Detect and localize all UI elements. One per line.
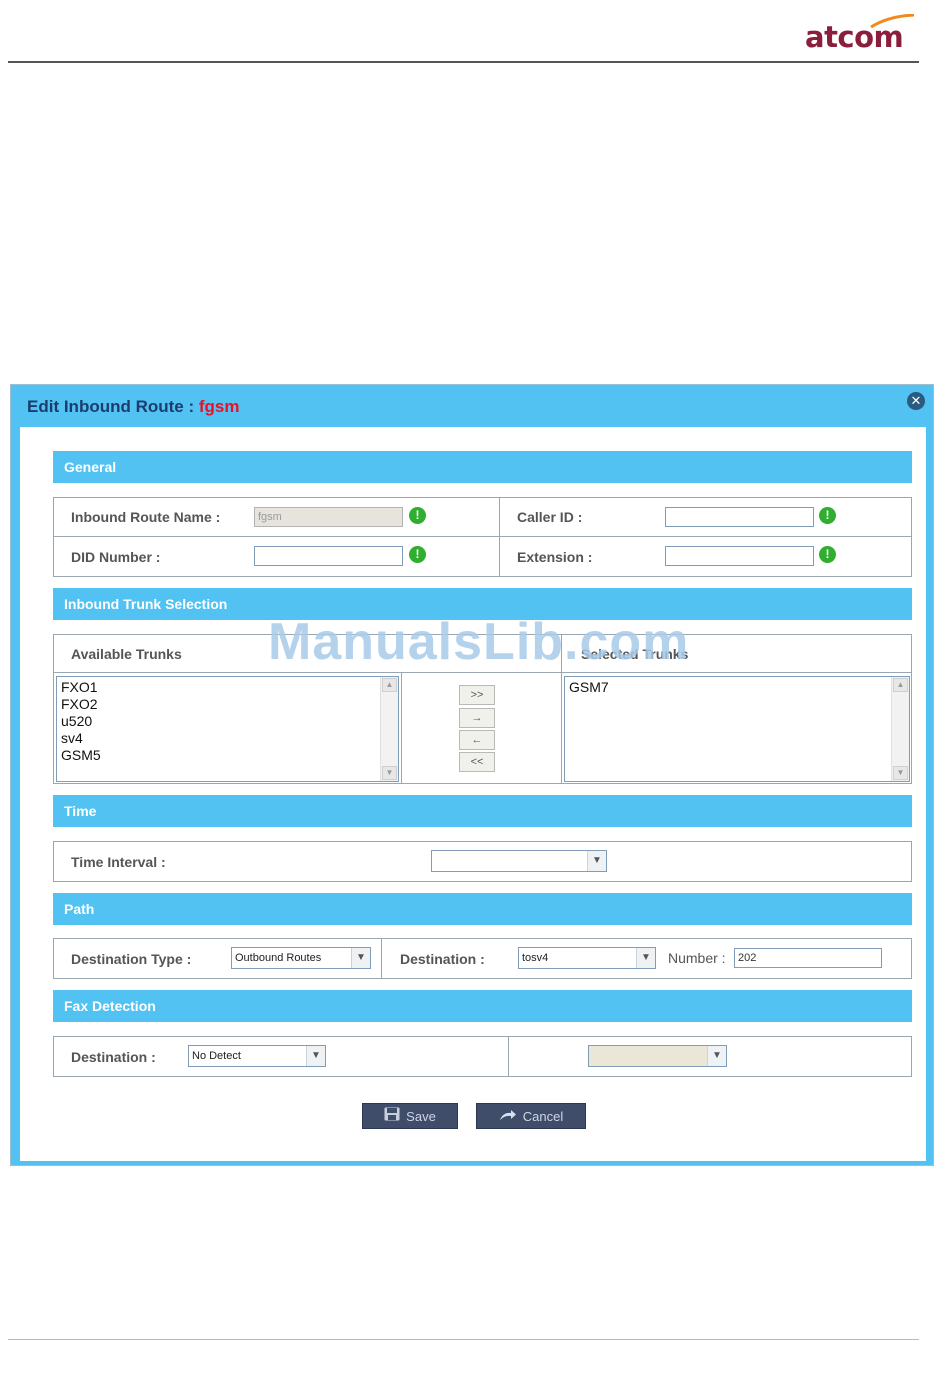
caller-id-required-icon: ! <box>819 507 836 524</box>
close-icon[interactable]: ✕ <box>907 392 925 410</box>
route-name-required-icon: ! <box>409 507 426 524</box>
extension-input[interactable] <box>665 546 814 566</box>
floppy-disk-icon <box>384 1104 400 1130</box>
logo-text: atcom <box>805 20 904 54</box>
destination-type-value: Outbound Routes <box>235 952 322 964</box>
destination-select[interactable]: tosv4 ▼ <box>518 947 656 969</box>
time-interval-select[interactable]: ▼ <box>431 850 607 872</box>
dialog-title-prefix: Edit Inbound Route : <box>27 397 199 416</box>
extension-label: Extension : <box>517 549 593 565</box>
fax-secondary-select[interactable]: ▼ <box>588 1045 727 1067</box>
number-input[interactable]: 202 <box>734 948 882 968</box>
scroll-down-icon[interactable]: ▼ <box>893 766 908 780</box>
list-item[interactable]: FXO2 <box>57 696 398 713</box>
list-item[interactable]: u520 <box>57 713 398 730</box>
list-item[interactable]: FXO1 <box>57 679 398 696</box>
edit-inbound-route-dialog: Edit Inbound Route : fgsm ✕ General Inbo… <box>10 384 934 1166</box>
path-col-divider <box>381 938 382 979</box>
fax-destination-select[interactable]: No Detect ▼ <box>188 1045 326 1067</box>
fax-destination-label: Destination : <box>71 1049 156 1065</box>
did-number-required-icon: ! <box>409 546 426 563</box>
header-rule <box>8 61 919 63</box>
selected-trunks-list[interactable]: GSM7 ▲ ▼ <box>564 676 910 782</box>
caller-id-input[interactable] <box>665 507 814 527</box>
fax-table <box>53 1036 912 1077</box>
chevron-down-icon[interactable]: ▼ <box>636 948 655 968</box>
general-row-divider <box>53 536 912 537</box>
cancel-button[interactable]: Cancel <box>476 1103 586 1129</box>
cancel-label: Cancel <box>522 1109 564 1124</box>
route-name-input[interactable]: fgsm <box>254 507 403 527</box>
move-left-button[interactable]: ← <box>459 730 495 750</box>
chevron-down-icon[interactable]: ▼ <box>587 851 606 871</box>
atcom-logo: atcom <box>805 14 915 54</box>
chevron-down-icon[interactable]: ▼ <box>351 948 370 968</box>
fax-col-divider <box>508 1036 509 1077</box>
chevron-down-icon[interactable]: ▼ <box>707 1046 726 1066</box>
available-trunks-label: Available Trunks <box>71 646 182 662</box>
available-trunks-scrollbar[interactable]: ▲ ▼ <box>380 677 398 781</box>
caller-id-label: Caller ID : <box>517 509 583 525</box>
move-right-button[interactable]: → <box>459 708 495 728</box>
general-col-divider <box>499 497 500 577</box>
scroll-down-icon[interactable]: ▼ <box>382 766 397 780</box>
extension-required-icon: ! <box>819 546 836 563</box>
available-trunks-list[interactable]: FXO1 FXO2 u520 sv4 GSM5 ▲ ▼ <box>56 676 399 782</box>
route-name-label: Inbound Route Name : <box>71 509 221 525</box>
section-time: Time <box>53 795 912 827</box>
move-all-left-button[interactable]: << <box>459 752 495 772</box>
dialog-title-route-name: fgsm <box>198 397 240 416</box>
number-label: Number : <box>668 950 726 966</box>
dialog-body: General Inbound Route Name : fgsm ! Call… <box>20 427 926 1161</box>
did-number-input[interactable] <box>254 546 403 566</box>
trunk-row-divider <box>53 672 912 673</box>
chevron-down-icon[interactable]: ▼ <box>306 1046 325 1066</box>
fax-destination-value: No Detect <box>192 1050 241 1062</box>
list-item[interactable]: GSM7 <box>565 679 909 696</box>
destination-value: tosv4 <box>522 952 549 964</box>
selected-trunks-scrollbar[interactable]: ▲ ▼ <box>891 677 909 781</box>
trunk-col-divider-left <box>401 672 402 784</box>
dialog-title: Edit Inbound Route : fgsm <box>27 397 239 417</box>
section-fax-detection: Fax Detection <box>53 990 912 1022</box>
list-item[interactable]: sv4 <box>57 730 398 747</box>
list-item[interactable]: GSM5 <box>57 747 398 764</box>
save-button[interactable]: Save <box>362 1103 458 1129</box>
watermark-text: ManualsLib.com <box>268 613 690 671</box>
section-path: Path <box>53 893 912 925</box>
section-general: General <box>53 451 912 483</box>
scroll-up-icon[interactable]: ▲ <box>893 678 908 692</box>
destination-type-select[interactable]: Outbound Routes ▼ <box>231 947 371 969</box>
did-number-label: DID Number : <box>71 549 161 565</box>
footer-rule <box>8 1339 919 1340</box>
scroll-up-icon[interactable]: ▲ <box>382 678 397 692</box>
redo-arrow-icon <box>499 1104 517 1130</box>
destination-label: Destination : <box>400 951 485 967</box>
time-interval-label: Time Interval : <box>71 854 166 870</box>
move-all-right-button[interactable]: >> <box>459 685 495 705</box>
save-label: Save <box>406 1109 436 1124</box>
destination-type-label: Destination Type : <box>71 951 192 967</box>
